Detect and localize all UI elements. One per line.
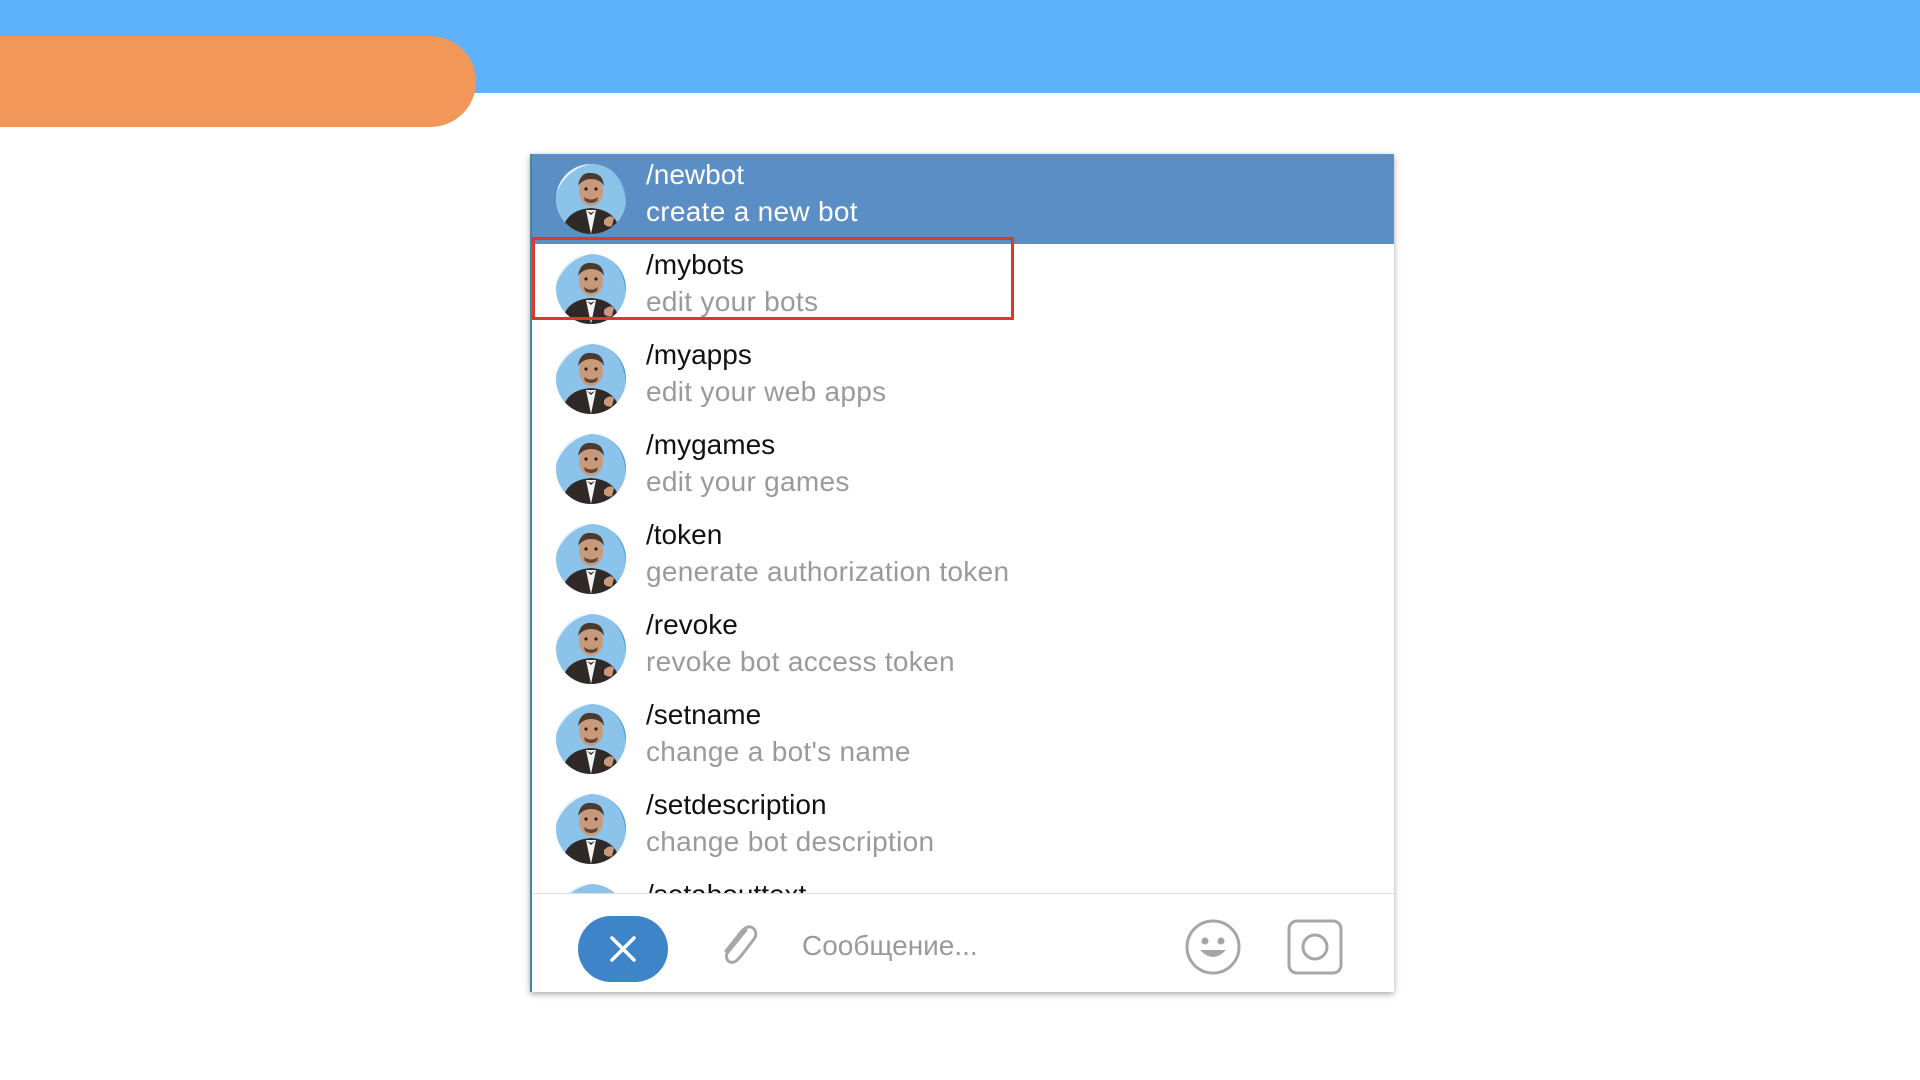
command-item[interactable]: /mybots edit your bots <box>532 244 1394 334</box>
command-description: edit your games <box>646 466 850 497</box>
command-item[interactable]: /token generate authorization token <box>532 514 1394 604</box>
command-name: /setdescription <box>646 789 827 820</box>
command-name: /token <box>646 519 723 550</box>
bot-avatar <box>556 704 626 774</box>
command-name: /mygames <box>646 429 776 460</box>
command-list: /newbot create a new bot /mybots edit yo… <box>532 154 1394 893</box>
close-icon <box>610 936 636 962</box>
bot-avatar <box>556 344 626 414</box>
bot-avatar <box>556 434 626 504</box>
smiley-icon[interactable] <box>1184 918 1242 976</box>
message-input[interactable] <box>802 926 1142 966</box>
cancel-button[interactable] <box>578 916 668 982</box>
command-item[interactable]: /myapps edit your web apps <box>532 334 1394 424</box>
command-description: revoke bot access token <box>646 646 955 677</box>
command-item[interactable]: /setdescription change bot description <box>532 784 1394 874</box>
command-description: change a bot's name <box>646 736 911 767</box>
command-item[interactable]: /setabouttext <box>532 874 1394 893</box>
title-tab <box>0 36 476 127</box>
command-item[interactable]: /mygames edit your games <box>532 424 1394 514</box>
command-description: create a new bot <box>646 196 858 227</box>
command-item[interactable]: /revoke revoke bot access token <box>532 604 1394 694</box>
bot-avatar <box>556 164 626 234</box>
bot-avatar <box>556 524 626 594</box>
bot-avatar <box>556 254 626 324</box>
command-name: /myapps <box>646 339 752 370</box>
command-name: /newbot <box>646 159 745 190</box>
bot-avatar <box>556 794 626 864</box>
camera-icon[interactable] <box>1286 918 1344 976</box>
message-composer <box>532 894 1394 992</box>
command-name: /revoke <box>646 609 738 640</box>
command-suggestion-panel: /newbot create a new bot /mybots edit yo… <box>530 154 1394 992</box>
command-name: /mybots <box>646 249 745 280</box>
command-item[interactable]: /newbot create a new bot <box>532 154 1394 244</box>
command-item[interactable]: /setname change a bot's name <box>532 694 1394 784</box>
command-description: edit your bots <box>646 286 819 317</box>
bot-avatar <box>556 884 626 893</box>
command-description: edit your web apps <box>646 376 887 407</box>
command-name: /setabouttext <box>646 879 806 893</box>
paperclip-icon[interactable] <box>710 918 766 974</box>
command-description: generate authorization token <box>646 556 1010 587</box>
command-description: change bot description <box>646 826 935 857</box>
bot-avatar <box>556 614 626 684</box>
command-name: /setname <box>646 699 762 730</box>
